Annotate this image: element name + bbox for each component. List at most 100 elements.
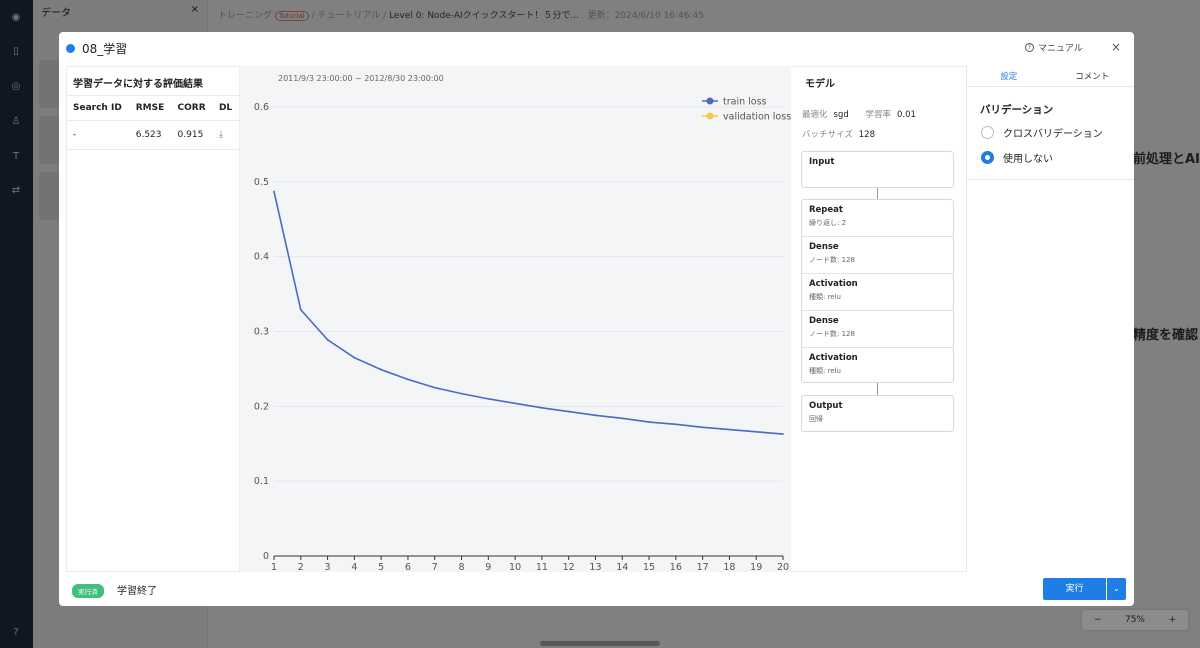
x-tick-label: 6 [405, 562, 411, 572]
model-panel: モデル 最適化 sgd 学習率 0.01 バッチサイズ 128 Input Repea… [791, 66, 966, 572]
layer-name: Dense [809, 242, 839, 252]
x-tick-label: 14 [616, 562, 628, 572]
layer-input[interactable]: Input [801, 151, 954, 188]
x-tick-label: 13 [589, 562, 601, 572]
chevron-down-icon[interactable]: ⌄ [1107, 578, 1126, 600]
column-header: DL [212, 96, 239, 121]
layer-sub: ノード数: 128 [809, 330, 855, 338]
status-badge: 実行済 [72, 584, 104, 598]
x-tick-label: 12 [563, 562, 575, 572]
divider [967, 179, 1134, 180]
radio-button[interactable] [981, 126, 994, 139]
layer-activation[interactable]: Activation 種類: relu [802, 348, 953, 385]
tab-comment[interactable]: コメント [1051, 66, 1135, 86]
data-point [433, 386, 436, 389]
settings-tabs: 設定 コメント [967, 66, 1134, 87]
x-tick-label: 15 [643, 562, 655, 572]
status-dot-icon [66, 44, 75, 53]
layer-name: Repeat [809, 205, 843, 215]
repeat-block[interactable]: Repeat 繰り返し: 2 Dense ノード数: 128 Activation 種… [801, 199, 954, 383]
run-button[interactable]: 実行 [1043, 578, 1106, 600]
data-point [380, 368, 383, 371]
column-header: RMSE [129, 96, 172, 121]
question-icon: ? [1025, 43, 1034, 52]
table-header-row: Search ID RMSE CORR DL [67, 96, 239, 121]
layer-sub: 繰り返し: 2 [809, 219, 847, 227]
data-point [567, 410, 570, 413]
radio-cross-validation[interactable]: クロスバリデーション [981, 125, 1103, 140]
batch-size-label: バッチサイズ [802, 130, 853, 140]
layer-output[interactable]: Output 回帰 [801, 395, 954, 432]
y-tick-label: 0.1 [254, 476, 269, 487]
data-point [674, 423, 677, 426]
data-point [487, 397, 490, 400]
layer-name: Output [809, 401, 843, 411]
batch-size-value: 128 [858, 130, 875, 140]
table-row: - 6.523 0.915 ⤓ [67, 120, 239, 150]
tab-settings[interactable]: 設定 [967, 66, 1051, 86]
data-point [273, 190, 275, 193]
data-point [353, 356, 356, 359]
layer-repeat[interactable]: Repeat 繰り返し: 2 [802, 200, 953, 237]
x-tick-label: 17 [697, 562, 709, 572]
loss-chart: 00.10.20.30.40.50.61 2 3 4 5 6 7 8 9 10 11 12 13 14 15… [254, 97, 791, 573]
data-point [648, 421, 650, 423]
radio-label: クロスバリデーション [1003, 129, 1103, 140]
y-tick-label: 0 [263, 551, 269, 562]
corr-cell: 0.915 [171, 120, 213, 150]
manual-label: マニュアル [1038, 44, 1083, 54]
evaluation-panel: 学習データに対する評価結果 Search ID RMSE CORR DL - 6… [66, 66, 240, 572]
status-text: 学習終了 [117, 586, 157, 597]
x-tick-label: 19 [750, 562, 762, 572]
x-tick-label: 20 [777, 562, 789, 572]
learning-rate-label: 学習率 [865, 110, 891, 120]
y-tick-label: 0.5 [254, 177, 269, 188]
y-tick-label: 0.3 [254, 327, 269, 338]
x-tick-label: 9 [485, 562, 491, 572]
data-point [514, 402, 517, 405]
x-tick-label: 4 [351, 562, 357, 572]
layer-connector [877, 188, 878, 199]
layer-sub: 種類: relu [809, 367, 841, 375]
layer-sub: 回帰 [809, 415, 823, 423]
manual-link[interactable]: ? マニュアル [1025, 41, 1083, 54]
data-point [782, 433, 784, 435]
series-line-train-loss [273, 191, 784, 435]
y-tick-label: 0.4 [254, 252, 269, 263]
data-point [326, 338, 329, 341]
layer-name: Dense [809, 316, 839, 326]
training-modal: 08_学習 ? マニュアル × 学習データに対する評価結果 Search ID … [59, 32, 1134, 606]
modal-header: 08_学習 ? マニュアル × [59, 32, 1134, 64]
column-header: CORR [171, 96, 213, 121]
download-icon[interactable]: ⤓ [219, 130, 223, 140]
layer-activation[interactable]: Activation 種類: relu [802, 274, 953, 311]
layer-name: Activation [809, 279, 858, 289]
radio-label: 使用しない [1003, 154, 1053, 165]
x-tick-label: 8 [459, 562, 465, 572]
optimizer-params: 最適化 sgd 学習率 0.01 [802, 108, 930, 120]
data-point [594, 414, 597, 417]
layer-sub: 種類: relu [809, 293, 841, 301]
close-icon[interactable]: × [1111, 40, 1121, 54]
optimizer-value: sgd [833, 110, 849, 120]
radio-button-selected[interactable] [981, 151, 994, 164]
learning-rate-value: 0.01 [896, 110, 916, 120]
search-id-cell: - [67, 120, 130, 150]
radio-none[interactable]: 使用しない [981, 150, 1053, 165]
x-tick-label: 10 [509, 562, 521, 572]
layer-dense[interactable]: Dense ノード数: 128 [802, 237, 953, 274]
layer-dense[interactable]: Dense ノード数: 128 [802, 311, 953, 348]
legend-label: train loss [723, 97, 767, 108]
data-point [299, 308, 302, 311]
batch-params: バッチサイズ 128 [802, 128, 889, 140]
x-tick-label: 7 [432, 562, 438, 572]
data-point [407, 378, 409, 381]
evaluation-title: 学習データに対する評価結果 [67, 67, 239, 96]
x-tick-label: 2 [298, 562, 304, 572]
x-tick-label: 18 [723, 562, 735, 572]
layer-sub: ノード数: 128 [809, 256, 855, 264]
y-tick-label: 0.6 [254, 102, 269, 113]
layer-name: Input [809, 157, 835, 167]
data-point [701, 426, 704, 429]
rmse-cell: 6.523 [129, 120, 172, 150]
